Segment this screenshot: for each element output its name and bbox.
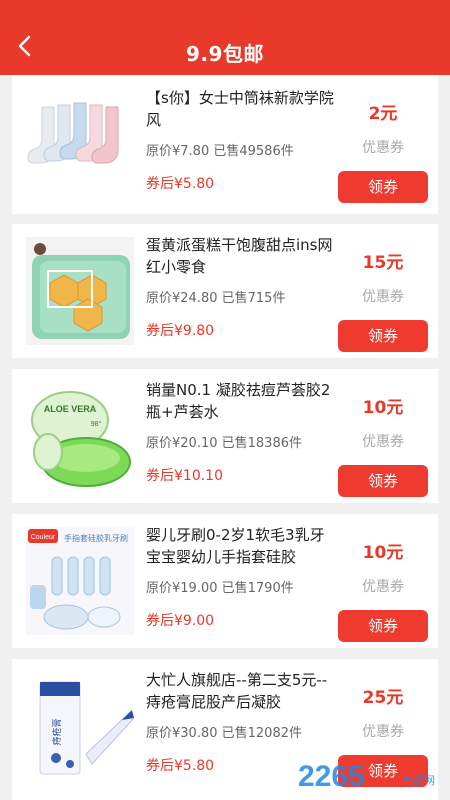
after-coupon-price: 券后¥9.80 bbox=[146, 323, 215, 339]
watermark-number: 2265 bbox=[298, 760, 365, 793]
ointment-product-image[interactable]: 痔疮膏 bbox=[26, 672, 134, 780]
claim-coupon-button[interactable]: 领券 bbox=[338, 320, 428, 352]
sold-count: 已售715件 bbox=[221, 291, 286, 306]
socks-product-image[interactable] bbox=[26, 87, 134, 195]
brand-text: Couleur bbox=[31, 534, 56, 541]
product-list[interactable]: 【s你】女士中筒袜新款学院风 原价¥7.80 已售49586件 券后¥5.80 … bbox=[0, 75, 450, 800]
original-price: 原价¥7.80 bbox=[146, 144, 210, 159]
sold-count: 已售12082件 bbox=[221, 726, 302, 741]
coupon-label: 优惠券 bbox=[362, 289, 404, 305]
after-coupon-price: 券后¥10.10 bbox=[146, 468, 223, 484]
original-price: 原价¥30.80 bbox=[146, 726, 218, 741]
finger-toothbrush-product-image[interactable]: Couleur 手指套硅胶乳牙刷 bbox=[26, 527, 134, 635]
coupon-amount: 25元 bbox=[362, 688, 404, 708]
ointment-box-text: 痔疮膏 bbox=[51, 718, 62, 745]
price-sales: 原价¥20.10 已售18386件 bbox=[146, 435, 336, 453]
coupon-label: 优惠券 bbox=[362, 140, 404, 156]
original-price: 原价¥24.80 bbox=[146, 291, 218, 306]
coupon-amount: 10元 bbox=[362, 398, 404, 418]
coupon-label: 优惠券 bbox=[362, 579, 404, 595]
product-card[interactable]: 【s你】女士中筒袜新款学院风 原价¥7.80 已售49586件 券后¥5.80 … bbox=[12, 75, 438, 214]
product-title[interactable]: 【s你】女士中筒袜新款学院风 bbox=[146, 87, 336, 131]
price-sales: 原价¥19.00 已售1790件 bbox=[146, 580, 336, 598]
aloe-gel-product-image[interactable]: ALOE VERA 98° bbox=[26, 382, 134, 490]
coupon-amount: 2元 bbox=[368, 104, 398, 124]
product-title[interactable]: 婴儿牙刷0-2岁1软毛3乳牙宝宝婴幼儿手指套硅胶 bbox=[146, 524, 336, 568]
claim-coupon-button[interactable]: 领券 bbox=[338, 465, 428, 497]
sold-count: 已售18386件 bbox=[221, 436, 302, 451]
sold-count: 已售49586件 bbox=[213, 144, 294, 159]
product-card[interactable]: Couleur 手指套硅胶乳牙刷 婴儿牙刷0-2岁1软毛3乳牙宝宝婴幼儿手指套硅… bbox=[12, 514, 438, 648]
top-bar: 9.9包邮 bbox=[0, 0, 450, 75]
site-watermark: 2265 手游网 bbox=[298, 760, 435, 793]
product-card[interactable]: ALOE VERA 98° 销量N0.1 凝胶祛痘芦荟胶2瓶+芦荟水 原价¥20… bbox=[12, 369, 438, 503]
original-price: 原价¥20.10 bbox=[146, 436, 218, 451]
after-coupon-price: 券后¥5.80 bbox=[146, 176, 215, 192]
aloe-badge-text: 98° bbox=[91, 420, 102, 428]
page-title: 9.9包邮 bbox=[186, 42, 264, 66]
coupon-label: 优惠券 bbox=[362, 724, 404, 740]
product-title[interactable]: 大忙人旗舰店--第二支5元--痔疮膏屁股产后凝胶 bbox=[146, 669, 336, 713]
after-coupon-price: 券后¥9.00 bbox=[146, 613, 215, 629]
coupon-label: 优惠券 bbox=[362, 434, 404, 450]
price-sales: 原价¥7.80 已售49586件 bbox=[146, 143, 336, 161]
egg-cake-product-image[interactable] bbox=[26, 237, 134, 345]
coupon-amount: 15元 bbox=[362, 253, 404, 273]
claim-coupon-button[interactable]: 领券 bbox=[338, 171, 428, 203]
product-card[interactable]: 蛋黄派蛋糕干饱腹甜点ins网红小零食 原价¥24.80 已售715件 券后¥9.… bbox=[12, 224, 438, 358]
original-price: 原价¥19.00 bbox=[146, 581, 218, 596]
coupon-amount: 10元 bbox=[362, 543, 404, 563]
watermark-text: 手游网 bbox=[402, 773, 435, 787]
product-title[interactable]: 蛋黄派蛋糕干饱腹甜点ins网红小零食 bbox=[146, 234, 336, 278]
price-sales: 原价¥30.80 已售12082件 bbox=[146, 725, 336, 743]
product-image-text: 手指套硅胶乳牙刷 bbox=[64, 533, 128, 543]
claim-coupon-button[interactable]: 领券 bbox=[338, 610, 428, 642]
sold-count: 已售1790件 bbox=[221, 581, 294, 596]
price-sales: 原价¥24.80 已售715件 bbox=[146, 290, 336, 308]
product-title[interactable]: 销量N0.1 凝胶祛痘芦荟胶2瓶+芦荟水 bbox=[146, 379, 336, 423]
aloe-image-text: ALOE VERA bbox=[44, 404, 97, 414]
